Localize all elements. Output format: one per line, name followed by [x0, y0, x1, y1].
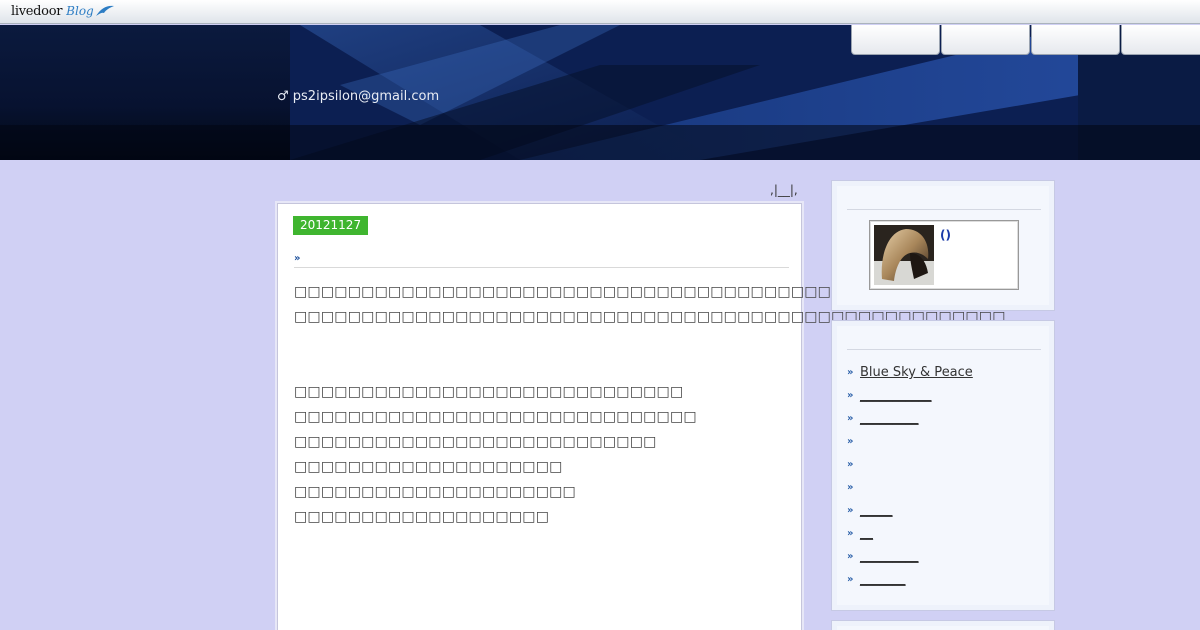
logo-blog-text: Blog [66, 4, 94, 18]
double-chevron-icon: » [847, 574, 854, 585]
livedoor-blog-logo[interactable]: livedoor Blog [11, 1, 115, 21]
sidebar-link[interactable]: ___________ [860, 388, 932, 403]
article-blank-line [294, 330, 794, 380]
widget-divider [847, 209, 1041, 210]
links-widget: » Blue Sky & Peace » ___________ » _____… [831, 320, 1055, 611]
sidebar-link-item: » [847, 430, 973, 453]
title-bullet-icon: » [294, 253, 301, 264]
double-chevron-icon: » [847, 390, 854, 401]
sidebar-link-item: » Blue Sky & Peace [847, 361, 973, 384]
sidebar-link-item: » [847, 453, 973, 476]
article-line: □□□□□□□□□□□□□□□□□□□ [294, 509, 550, 525]
header-tab-2[interactable] [941, 25, 1030, 55]
sidebar-link-item: » _______ [847, 568, 973, 591]
header-email: ♂ ps2ipsilon@gmail.com [277, 89, 440, 104]
article-line: □□□□□□□□□□□□□□□□□□□□□ [294, 484, 576, 500]
header-tab-3[interactable] [1031, 25, 1120, 55]
article-line: □□□□□□□□□□□□□□□□□□□□□□□□□□□ [294, 434, 657, 450]
double-chevron-icon: » [847, 528, 854, 539]
sidebar-link[interactable]: __ [860, 526, 873, 541]
article-line: □□□□□□□□□□□□□□□□□□□□□□□□□□□□□□ [294, 409, 697, 425]
header-tab-1[interactable] [851, 25, 940, 55]
profile-name[interactable]: () [940, 228, 951, 242]
article-title-row: » [294, 246, 789, 268]
sidebar-link-item: » _________ [847, 407, 973, 430]
sidebar-link-item: » [847, 476, 973, 499]
double-chevron-icon: » [847, 367, 854, 378]
profile-card[interactable]: () [869, 220, 1019, 290]
article-date-badge: 20121127 [293, 216, 369, 235]
sidebar-link[interactable]: Blue Sky & Peace [860, 365, 973, 380]
pager-link[interactable]: ,|__|, [770, 183, 798, 197]
sidebar-link-item: » ___________ [847, 384, 973, 407]
article-line: □□□□□□□□□□□□□□□□□□□□□□□□□□□□□□□□□□□□□□□□… [294, 309, 1006, 325]
double-chevron-icon: » [847, 551, 854, 562]
sidebar-link-item: » __ [847, 522, 973, 545]
header-tab-4[interactable] [1121, 25, 1200, 55]
blog-article: 20121127 » □□□□□□□□□□□□□□□□□□□□□□□□□□□□□… [277, 203, 1006, 630]
header-tabs [851, 25, 1200, 55]
avatar[interactable] [874, 225, 934, 285]
double-chevron-icon: » [847, 459, 854, 470]
livedoor-topbar: livedoor Blog [0, 0, 1200, 24]
profile-widget: () [831, 180, 1055, 311]
sidebar-link[interactable]: _________ [860, 549, 919, 564]
double-chevron-icon: » [847, 505, 854, 516]
double-chevron-icon: » [847, 436, 854, 447]
profile-widget-body: () [837, 186, 1049, 305]
widget-divider [847, 349, 1041, 350]
sidebar-link-list: » Blue Sky & Peace » ___________ » _____… [847, 361, 973, 591]
article-line: □□□□□□□□□□□□□□□□□□□□ [294, 459, 563, 475]
sidebar-link[interactable]: _______ [860, 572, 906, 587]
sidebar-link[interactable]: _________ [860, 411, 919, 426]
links-widget-body: » Blue Sky & Peace » ___________ » _____… [837, 326, 1049, 605]
double-chevron-icon: » [847, 482, 854, 493]
article-line: □□□□□□□□□□□□□□□□□□□□□□□□□□□□□ [294, 384, 684, 400]
logo-livedoor-text: livedoor [11, 3, 63, 19]
article-line: □□□□□□□□□□□□□□□□□□□□□□□□□□□□□□□□□□□□□□□□ [294, 284, 832, 300]
dolphin-icon [95, 5, 114, 16]
sidebar-widget-3 [831, 620, 1055, 630]
sidebar-link-item: » _________ [847, 545, 973, 568]
article-body: □□□□□□□□□□□□□□□□□□□□□□□□□□□□□□□□□□□□□□□□… [294, 280, 1006, 530]
sidebar-widget-3-body [837, 626, 1049, 630]
profile-photo [874, 225, 934, 285]
sidebar-link[interactable]: _____ [860, 503, 893, 518]
sidebar-link-item: » _____ [847, 499, 973, 522]
double-chevron-icon: » [847, 413, 854, 424]
